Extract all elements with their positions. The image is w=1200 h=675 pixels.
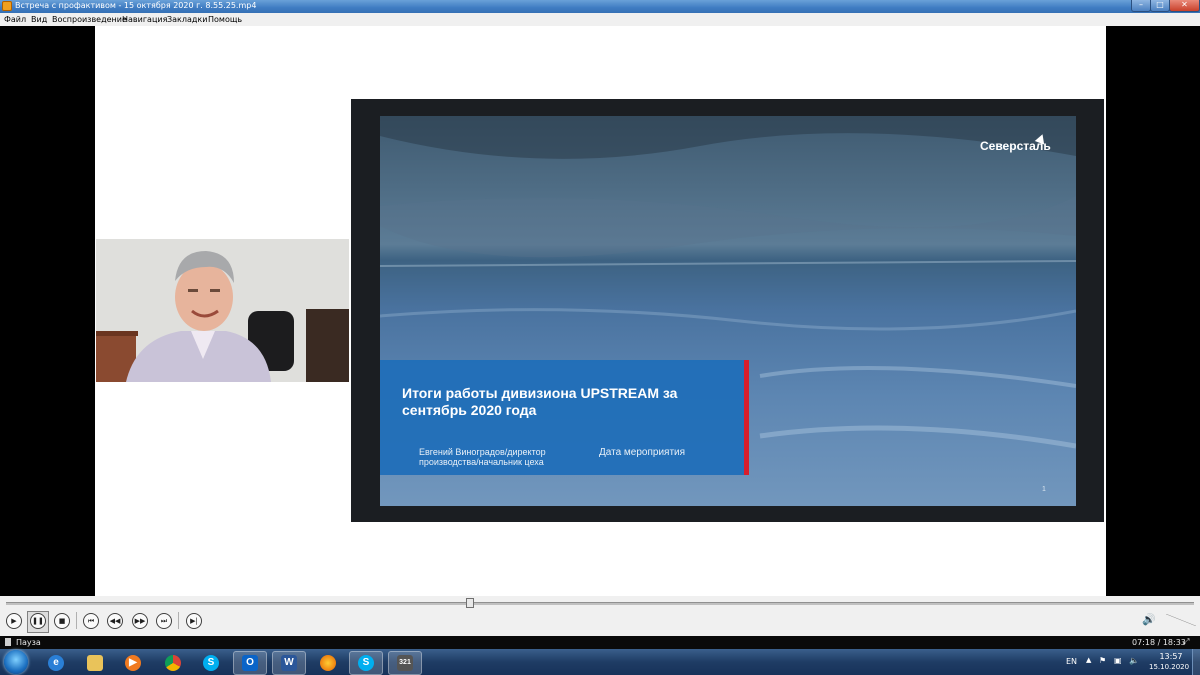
slide-page-number: 1 xyxy=(1042,486,1046,493)
taskbar-explorer[interactable] xyxy=(78,651,110,673)
slide-title: Итоги работы дивизиона UPSTREAM за сентя… xyxy=(402,385,678,418)
menu-navigation[interactable]: Навигация xyxy=(122,15,167,24)
separator xyxy=(76,612,77,629)
window-title: Встреча с профактивом - 15 октября 2020 … xyxy=(15,1,257,10)
taskbar-chrome[interactable] xyxy=(156,651,188,673)
network-icon[interactable]: ▣ xyxy=(1114,656,1122,665)
fullscreen-icon[interactable]: ⤢ xyxy=(1183,637,1189,647)
slide-accent-stripe xyxy=(744,360,749,475)
pause-button[interactable]: ❚❚ xyxy=(30,613,46,629)
skype-icon: S xyxy=(203,655,219,671)
slide-date-placeholder: Дата мероприятия xyxy=(599,447,686,458)
speaker-image xyxy=(96,239,349,382)
taskbar-media-player[interactable]: ▶ xyxy=(116,651,148,673)
maximize-icon: □ xyxy=(1156,0,1164,9)
maximize-button[interactable]: □ xyxy=(1150,0,1170,12)
minimize-button[interactable]: – xyxy=(1131,0,1151,12)
chrome-icon xyxy=(165,655,181,671)
volume-slider[interactable] xyxy=(1166,614,1196,626)
frame-step-button[interactable]: ▶| xyxy=(186,613,202,629)
skip-end-icon: ⏭ xyxy=(160,617,168,625)
word-icon: W xyxy=(281,655,297,671)
taskbar-word[interactable]: W xyxy=(272,651,306,675)
seek-track[interactable] xyxy=(6,602,1194,605)
menu-help[interactable]: Помощь xyxy=(208,15,242,24)
stop-icon: ■ xyxy=(58,617,66,625)
show-desktop-button[interactable] xyxy=(1192,649,1200,675)
pause-icon: ❚❚ xyxy=(32,617,44,625)
menu-bar: Файл Вид Воспроизведение Навигация Закла… xyxy=(0,13,1200,26)
minimize-icon: – xyxy=(1139,0,1143,9)
playback-time: 07:18 / 18:33 xyxy=(1132,638,1186,647)
stop-button[interactable]: ■ xyxy=(54,613,70,629)
taskbar-outlook[interactable]: O xyxy=(233,651,267,675)
rewind-button[interactable]: ◀◀ xyxy=(107,613,123,629)
internet-explorer-icon: e xyxy=(48,655,64,671)
close-button[interactable]: ✕ xyxy=(1169,0,1200,12)
outlook-icon: O xyxy=(242,655,258,671)
status-bar xyxy=(0,636,1200,649)
menu-playback[interactable]: Воспроизведение xyxy=(52,15,127,24)
skip-start-button[interactable]: ⏮ xyxy=(83,613,99,629)
action-center-flag-icon[interactable]: ⚑ xyxy=(1099,656,1106,665)
webcam-feed xyxy=(96,239,349,382)
speaker-icon[interactable]: 🔊 xyxy=(1142,613,1158,627)
skip-end-button[interactable]: ⏭ xyxy=(156,613,172,629)
language-indicator[interactable]: EN xyxy=(1066,657,1077,666)
taskbar-mpc[interactable]: 321 xyxy=(388,651,422,675)
play-icon: ▶ xyxy=(11,617,17,625)
media-player-classic-icon: 321 xyxy=(397,655,413,671)
window-title-bar[interactable]: Встреча с профактивом - 15 октября 2020 … xyxy=(0,0,1200,13)
frame-step-icon: ▶| xyxy=(190,617,198,625)
forward-button[interactable]: ▶▶ xyxy=(132,613,148,629)
close-icon: ✕ xyxy=(1181,0,1188,9)
file-icon xyxy=(5,638,11,646)
forward-icon: ▶▶ xyxy=(134,617,146,625)
skip-start-icon: ⏮ xyxy=(87,617,95,625)
clock-date[interactable]: 15.10.2020 xyxy=(1149,663,1189,671)
clock-time[interactable]: 13:57 xyxy=(1156,652,1186,661)
menu-bookmarks[interactable]: Закладки xyxy=(167,15,207,24)
start-button[interactable] xyxy=(4,650,28,674)
menu-view[interactable]: Вид xyxy=(31,15,47,24)
app-icon xyxy=(2,1,12,11)
taskbar-ie[interactable]: e xyxy=(39,651,71,673)
slide-author: Евгений Виноградов/директор производства… xyxy=(419,447,546,467)
separator xyxy=(178,612,179,629)
skype-icon: S xyxy=(358,655,374,671)
playback-state: Пауза xyxy=(16,638,41,647)
firefox-icon xyxy=(320,655,336,671)
play-button[interactable]: ▶ xyxy=(6,613,22,629)
taskbar-skype-2[interactable]: S xyxy=(349,651,383,675)
tray-expand-icon[interactable]: ▲ xyxy=(1086,656,1091,664)
seek-thumb[interactable] xyxy=(466,598,474,608)
file-explorer-icon xyxy=(87,655,103,671)
taskbar-skype[interactable]: S xyxy=(194,651,226,673)
media-player-icon: ▶ xyxy=(125,655,141,671)
rewind-icon: ◀◀ xyxy=(109,617,121,625)
player-controls xyxy=(0,608,1200,636)
volume-tray-icon[interactable]: 🔈 xyxy=(1129,656,1139,665)
menu-file[interactable]: Файл xyxy=(4,15,26,24)
taskbar-firefox[interactable] xyxy=(311,651,343,673)
